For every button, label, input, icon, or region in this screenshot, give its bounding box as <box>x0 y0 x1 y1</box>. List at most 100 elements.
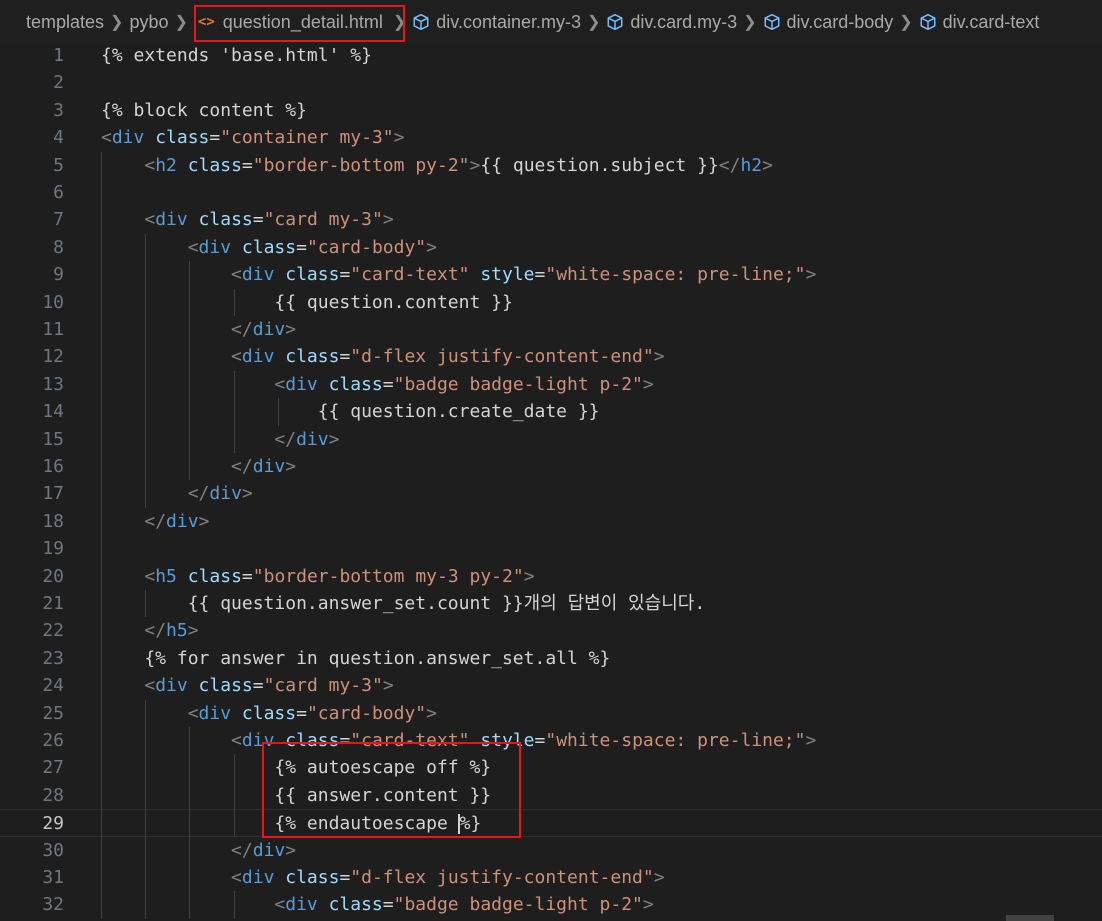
line-number: 23 <box>42 647 64 669</box>
code-line[interactable]: 19 <box>0 535 1102 562</box>
code-line[interactable]: 31 <div class="d-flex justify-content-en… <box>0 864 1102 891</box>
code-line[interactable]: 30 </div> <box>0 837 1102 864</box>
code-line[interactable]: 29 {% endautoescape %} <box>0 809 1102 837</box>
line-number: 32 <box>42 894 64 916</box>
code-text: {% block content %} <box>101 97 307 124</box>
element-cube-icon <box>764 13 780 31</box>
code-token: < <box>274 373 286 395</box>
breadcrumb-pybo[interactable]: pybo <box>129 12 168 33</box>
line-number: 17 <box>42 483 64 505</box>
code-text: <div class="card-text" style="white-spac… <box>101 261 816 288</box>
indent-guide <box>233 288 235 316</box>
code-token: > <box>198 510 210 532</box>
code-token: < <box>231 867 242 888</box>
code-token: > <box>805 730 817 751</box>
horizontal-scrollbar-thumb[interactable] <box>1006 915 1054 921</box>
breadcrumb-file[interactable]: <> question_detail.html <box>194 12 387 33</box>
code-text: </div> <box>101 480 253 507</box>
code-line[interactable]: 21 {{ question.answer_set.count }}개의 답변이… <box>0 590 1102 617</box>
chevron-right-icon: ❯ <box>899 14 913 31</box>
code-line[interactable]: 13 <div class="badge badge-light p-2"> <box>0 371 1102 398</box>
code-line[interactable]: 25 <div class="card-body"> <box>0 700 1102 727</box>
code-token: {{ question.create_date }} <box>101 401 600 423</box>
code-text: <div class="card-body"> <box>101 234 437 261</box>
html-file-icon: <> <box>197 14 215 30</box>
code-line[interactable]: 17 </div> <box>0 480 1102 507</box>
code-token: class <box>274 867 340 888</box>
code-token: = <box>339 730 351 751</box>
code-token: </ <box>231 839 253 861</box>
element-cube-icon <box>920 13 936 31</box>
code-line[interactable]: 9 <div class="card-text" style="white-sp… <box>0 261 1102 288</box>
code-text: {% endautoescape %} <box>101 810 481 837</box>
code-line[interactable]: 16 </div> <box>0 453 1102 480</box>
code-text: <div class="container my-3"> <box>101 124 404 151</box>
indent-guide <box>189 727 191 919</box>
code-line[interactable]: 1 {% extends 'base.html' %} <box>0 42 1102 69</box>
code-line[interactable]: 8 <div class="card-body"> <box>0 234 1102 261</box>
code-line[interactable]: 28 {{ answer.content }} <box>0 782 1102 809</box>
code-text: </h5> <box>101 617 198 644</box>
line-number: 14 <box>42 401 64 423</box>
breadcrumb-div-container[interactable]: div.container.my-3 <box>412 12 581 33</box>
code-line[interactable]: 20 <h5 class="border-bottom my-3 py-2"> <box>0 563 1102 590</box>
line-number: 16 <box>42 456 64 477</box>
code-line[interactable]: 22 </h5> <box>0 617 1102 644</box>
code-line[interactable]: 23 {% for answer in question.answer_set.… <box>0 645 1102 672</box>
breadcrumb-div-card-body[interactable]: div.card-body <box>763 12 893 33</box>
code-line[interactable]: 5 <h2 class="border-bottom py-2">{{ ques… <box>0 152 1102 179</box>
code-line[interactable]: 4 <div class="container my-3"> <box>0 124 1102 151</box>
code-line[interactable]: 15 </div> <box>0 426 1102 453</box>
code-line[interactable]: 12 <div class="d-flex justify-content-en… <box>0 343 1102 370</box>
line-number: 31 <box>42 867 64 888</box>
code-token: "badge badge-light p-2" <box>393 894 643 916</box>
code-line[interactable]: 10 {{ question.content }} <box>0 289 1102 316</box>
code-text: {{ question.create_date }} <box>101 398 600 425</box>
code-line[interactable]: 26 <div class="card-text" style="white-s… <box>0 727 1102 754</box>
code-token: div <box>155 675 188 697</box>
code-line[interactable]: 18 </div> <box>0 508 1102 535</box>
code-line[interactable]: 14 {{ question.create_date }} <box>0 398 1102 425</box>
code-line[interactable]: 2 <box>0 69 1102 96</box>
code-line[interactable]: 24 <div class="card my-3"> <box>0 672 1102 699</box>
code-line[interactable]: 11 </div> <box>0 316 1102 343</box>
code-line[interactable]: 32 <div class="badge badge-light p-2"> <box>0 891 1102 918</box>
code-line[interactable]: 27 {% autoescape off %} <box>0 754 1102 781</box>
code-token: class <box>231 236 297 258</box>
code-text: <h2 class="border-bottom py-2">{{ questi… <box>101 152 773 179</box>
code-token: class <box>187 209 253 231</box>
code-text: <div class="d-flex justify-content-end"> <box>101 343 665 370</box>
code-token: = <box>252 675 264 697</box>
code-token: div <box>198 702 232 724</box>
code-line[interactable]: 7 <div class="card my-3"> <box>0 206 1102 233</box>
code-editor[interactable]: 1 {% extends 'base.html' %} 2 3 {% block con… <box>0 44 1102 921</box>
code-line[interactable]: 3 {% block content %} <box>0 97 1102 124</box>
breadcrumb-div-card-text[interactable]: div.card-text <box>919 12 1039 33</box>
line-number: 8 <box>53 236 64 258</box>
code-token: "white-space: pre-line;" <box>545 730 806 751</box>
code-token: {% extends 'base.html' %} <box>101 45 372 66</box>
code-token: > <box>426 236 437 258</box>
code-token: h2 <box>740 154 763 176</box>
line-number: 7 <box>53 209 64 231</box>
chevron-right-icon: ❯ <box>110 14 124 31</box>
code-token: "card my-3" <box>263 675 383 697</box>
code-token: < <box>187 702 199 724</box>
code-token: > <box>393 127 405 149</box>
breadcrumb-templates[interactable]: templates <box>26 12 104 33</box>
code-line[interactable]: 6 <box>0 179 1102 206</box>
code-text: </div> <box>101 426 339 453</box>
code-token: > <box>653 346 665 368</box>
breadcrumb-div-card[interactable]: div.card.my-3 <box>606 12 737 33</box>
code-token: = <box>209 127 221 149</box>
code-token: div <box>296 428 329 450</box>
code-token: "card my-3" <box>263 209 383 231</box>
code-token: "border-bottom py-2" <box>252 154 470 176</box>
line-number: 15 <box>42 428 64 450</box>
line-number: 1 <box>53 45 64 66</box>
code-text: <div class="card my-3"> <box>101 206 393 233</box>
